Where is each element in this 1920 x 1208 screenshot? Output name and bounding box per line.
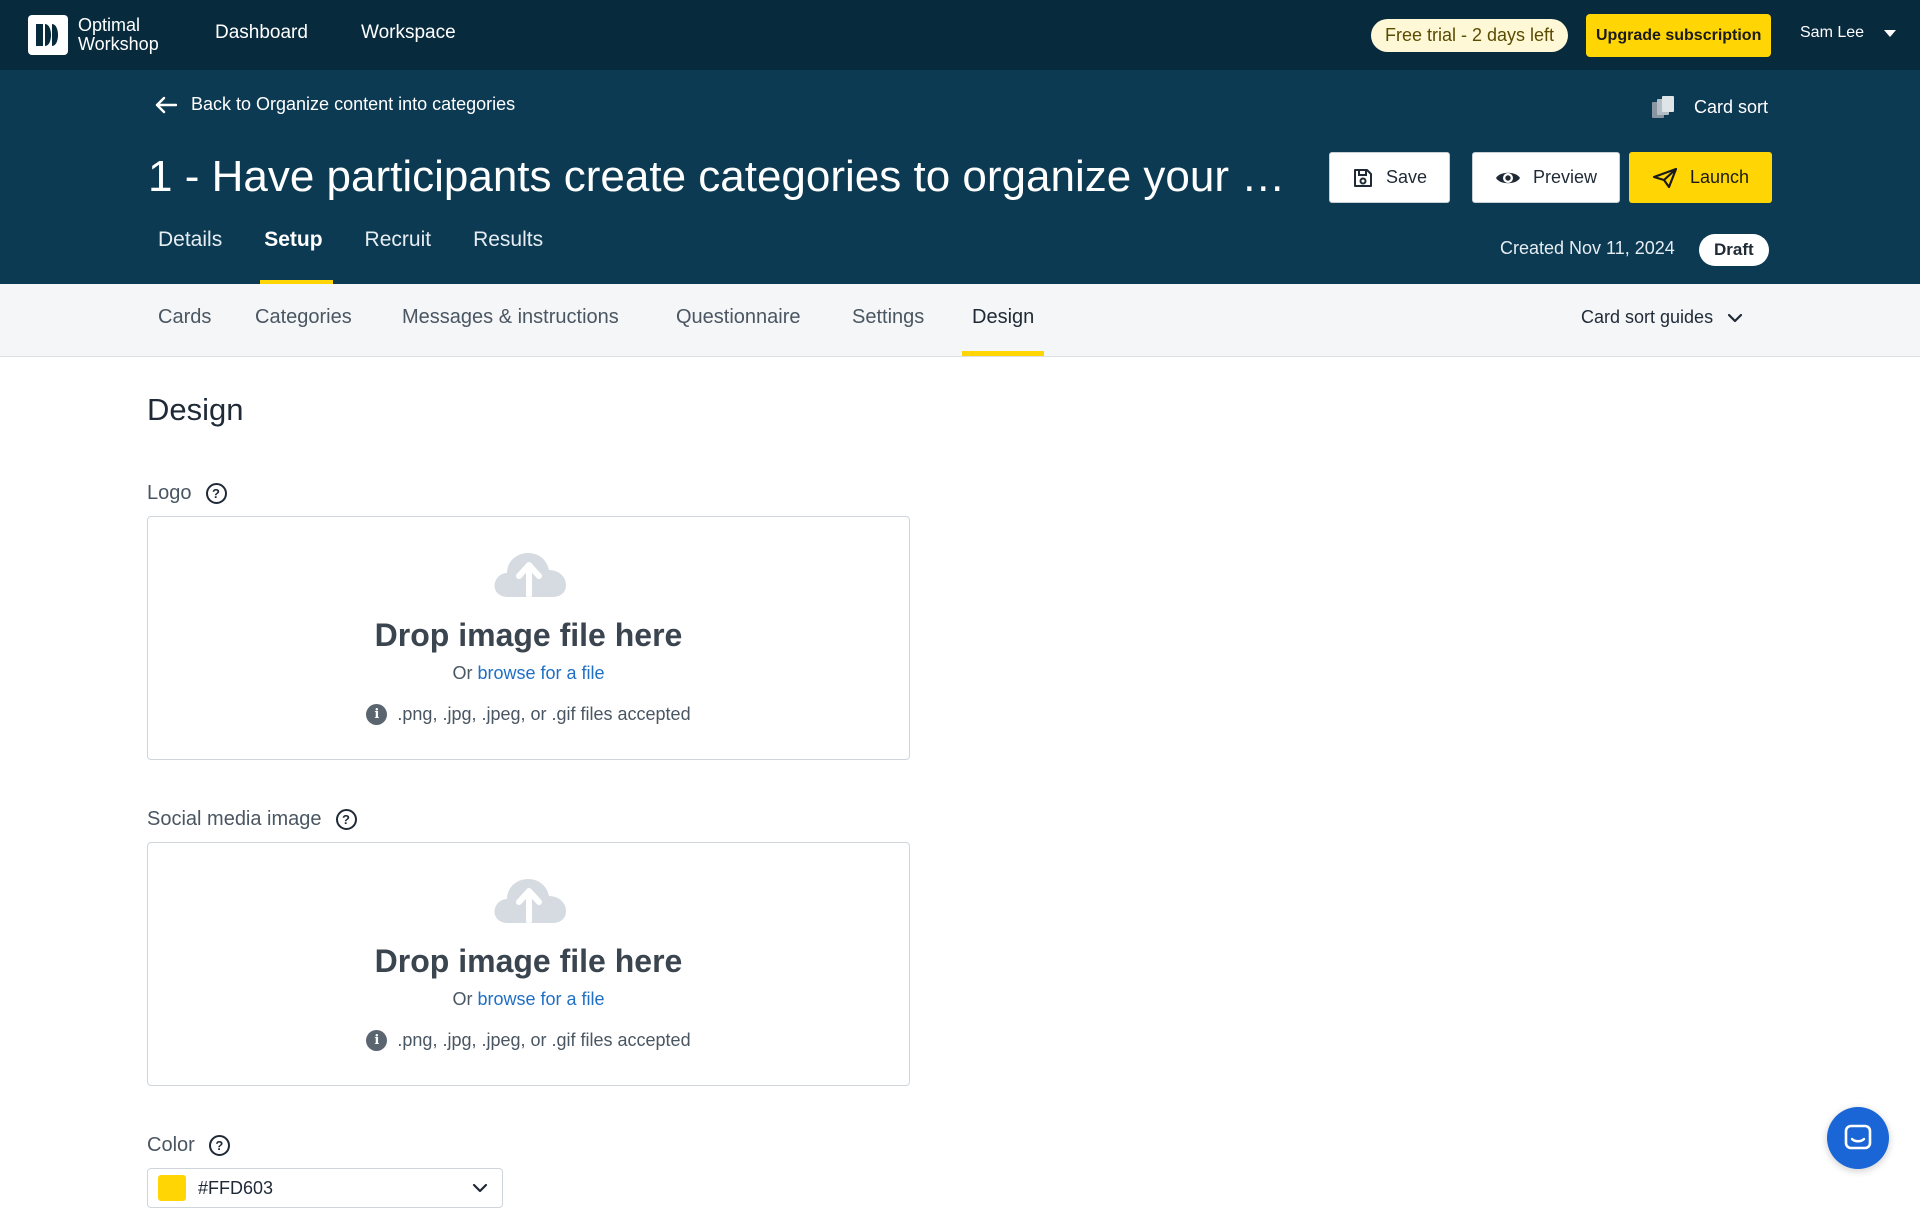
preview-button-label: Preview	[1532, 167, 1598, 187]
study-header: Back to Organize content into categories…	[0, 70, 1920, 284]
social-image-dropzone[interactable]: Drop image file here Or browse for a fil…	[147, 842, 910, 1086]
color-label: Color ?	[147, 1134, 230, 1157]
social-browse-text: Or browse for a file	[148, 989, 909, 1010]
study-tabs: Details Setup Recruit Results	[148, 220, 575, 284]
brand-name-line2: Workshop	[78, 34, 159, 54]
back-link-label: Back to Organize content into categories	[191, 94, 516, 114]
tab-recruit[interactable]: Recruit	[355, 220, 442, 284]
status-badge: Draft	[1699, 234, 1769, 266]
card-stack-icon	[1652, 96, 1674, 118]
study-type: Card sort	[1650, 94, 1768, 120]
subtab-design[interactable]: Design	[961, 306, 1045, 356]
page-title: Design	[147, 392, 244, 427]
color-picker-select[interactable]: #FFD603	[147, 1168, 503, 1208]
logo-file-types: .png, .jpg, .jpeg, or .gif files accepte…	[397, 704, 691, 724]
launch-button-label: Launch	[1689, 167, 1750, 187]
brand-logo[interactable]: Optimal Workshop	[28, 15, 159, 55]
social-image-label-text: Social media image	[147, 808, 322, 830]
nav-workspace[interactable]: Workspace	[361, 22, 456, 44]
user-name: Sam Lee	[1800, 24, 1865, 41]
floppy-disk-icon	[1353, 168, 1372, 187]
back-link[interactable]: Back to Organize content into categories	[155, 94, 515, 115]
tab-results[interactable]: Results	[463, 220, 553, 284]
subtab-cards[interactable]: Cards	[158, 306, 211, 329]
color-label-text: Color	[147, 1134, 195, 1156]
setup-subtabs: Cards Categories Messages & instructions…	[0, 284, 1920, 357]
subtab-categories[interactable]: Categories	[255, 306, 352, 329]
card-sort-guides-dropdown[interactable]: Card sort guides	[1581, 307, 1743, 328]
color-swatch	[158, 1175, 186, 1201]
chevron-down-icon	[472, 1183, 488, 1193]
optimal-logo-icon	[28, 15, 68, 55]
launch-button[interactable]: Launch	[1629, 152, 1772, 203]
study-title[interactable]: 1 - Have participants create categories …	[148, 152, 1288, 202]
user-menu[interactable]: Sam Lee	[1800, 24, 1897, 42]
study-type-label: Card sort	[1694, 96, 1769, 117]
chat-launcher-button[interactable]	[1827, 1107, 1889, 1169]
preview-button[interactable]: Preview	[1472, 152, 1620, 203]
eye-icon	[1495, 172, 1520, 183]
paper-plane-icon	[1652, 167, 1678, 188]
info-circle-icon: i	[366, 1030, 388, 1051]
created-date: Created Nov 11, 2024	[1500, 238, 1675, 258]
social-image-label: Social media image ?	[147, 808, 357, 831]
logo-label-text: Logo	[147, 482, 192, 504]
caret-down-icon	[1884, 29, 1897, 37]
save-button[interactable]: Save	[1329, 152, 1450, 203]
save-button-label: Save	[1385, 167, 1428, 187]
logo-browse-link[interactable]: browse for a file	[477, 663, 604, 683]
cloud-upload-icon	[494, 553, 566, 598]
brand-name: Optimal Workshop	[78, 16, 159, 54]
trial-badge[interactable]: Free trial - 2 days left	[1371, 19, 1569, 52]
guides-label: Card sort guides	[1581, 307, 1714, 327]
question-circle-icon[interactable]: ?	[205, 483, 227, 504]
logo-drop-title: Drop image file here	[374, 617, 683, 653]
brand-name-line1: Optimal	[78, 15, 141, 35]
logo-or-text: Or	[452, 663, 473, 683]
upgrade-subscription-button[interactable]: Upgrade subscription	[1586, 14, 1772, 57]
subtab-messages-instructions[interactable]: Messages & instructions	[402, 306, 619, 329]
question-circle-icon[interactable]: ?	[335, 809, 357, 830]
social-file-types: .png, .jpg, .jpeg, or .gif files accepte…	[397, 1030, 691, 1050]
nav-dashboard[interactable]: Dashboard	[215, 22, 308, 44]
subtab-questionnaire[interactable]: Questionnaire	[676, 306, 801, 329]
subtab-settings[interactable]: Settings	[852, 306, 924, 329]
social-drop-title: Drop image file here	[374, 943, 683, 979]
tab-setup[interactable]: Setup	[254, 220, 333, 284]
tab-details[interactable]: Details	[148, 220, 232, 284]
social-file-note: i .png, .jpg, .jpeg, or .gif files accep…	[148, 1030, 909, 1051]
arrow-left-icon	[155, 96, 177, 113]
social-browse-link[interactable]: browse for a file	[477, 989, 604, 1009]
info-circle-icon: i	[366, 704, 388, 725]
question-circle-icon[interactable]: ?	[208, 1135, 230, 1156]
social-or-text: Or	[452, 989, 473, 1009]
color-value: #FFD603	[198, 1177, 274, 1198]
logo-label: Logo ?	[147, 482, 227, 505]
chevron-down-icon	[1727, 313, 1743, 322]
cloud-upload-icon	[494, 879, 566, 924]
top-navigation: Optimal Workshop Dashboard Workspace Fre…	[0, 0, 1920, 70]
logo-dropzone[interactable]: Drop image file here Or browse for a fil…	[147, 516, 910, 760]
logo-file-note: i .png, .jpg, .jpeg, or .gif files accep…	[148, 704, 909, 725]
logo-browse-text: Or browse for a file	[148, 663, 909, 684]
chat-icon	[1844, 1124, 1872, 1150]
